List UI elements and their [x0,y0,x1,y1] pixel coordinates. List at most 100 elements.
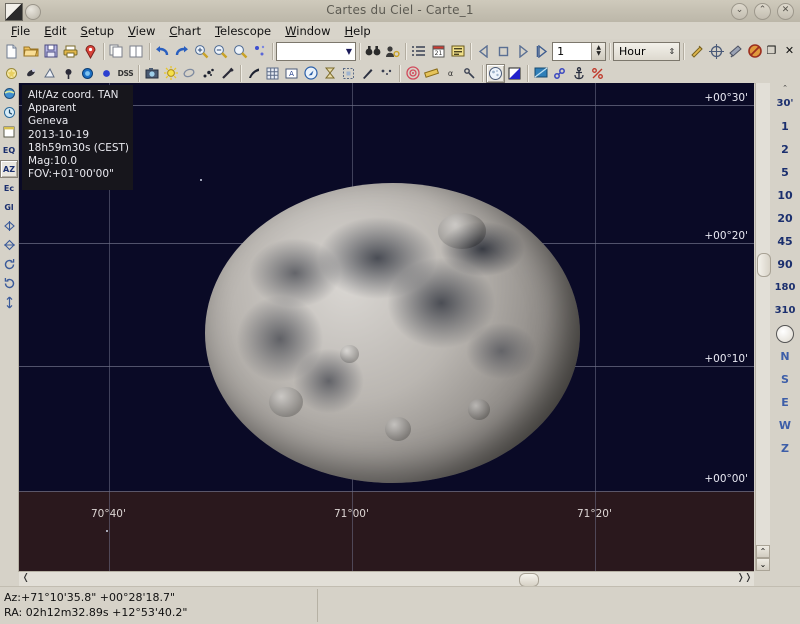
stepper-down-icon[interactable]: ▼ [596,51,601,57]
constellation-line-icon[interactable] [180,64,199,83]
direction-s[interactable]: S [771,368,799,391]
sun-icon[interactable] [161,64,180,83]
coord-equatorial[interactable]: EQ [0,141,18,159]
direction-e[interactable]: E [771,391,799,414]
calendar-note-icon[interactable] [0,122,18,140]
right-sidebar-scroll-up[interactable]: ⌃ [770,83,800,92]
flip-vertical-icon[interactable] [0,236,18,254]
zoom-level-20[interactable]: 20 [771,207,799,230]
alpha-icon[interactable]: α [441,64,460,83]
zoom-reset-icon[interactable] [231,41,248,62]
chain-icon[interactable] [550,64,569,83]
menu-chart[interactable]: Chart [162,23,208,39]
menu-telescope[interactable]: Telescope [208,23,278,39]
star-dot-icon[interactable] [97,64,116,83]
time-step-value[interactable]: 1 [553,45,591,58]
photo-icon[interactable] [142,64,161,83]
zoom-out-icon[interactable] [212,41,229,62]
sparkle-icon[interactable] [377,64,396,83]
screen-icon[interactable] [531,64,550,83]
scroll-left-button[interactable]: ❬ [22,573,30,583]
target-icon[interactable] [403,64,422,83]
rotate-left-icon[interactable] [0,274,18,292]
step-back-icon[interactable] [475,41,492,62]
zoom-level-90[interactable]: 90 [771,253,799,276]
find-person-icon[interactable] [384,41,401,62]
close-button[interactable]: ✕ [777,3,794,20]
zoom-level-2[interactable]: 2 [771,138,799,161]
hourglass-icon[interactable] [320,64,339,83]
window-icon[interactable] [127,41,144,62]
dss-icon[interactable]: DSS [116,64,135,83]
calendar-icon[interactable]: 21 [430,41,447,62]
telescope-icon[interactable] [727,41,744,62]
zoom-level-30min[interactable]: 30' [771,92,799,115]
blue-planet-icon[interactable] [78,64,97,83]
maximize-button[interactable]: ⌃ [754,3,771,20]
anchor-icon[interactable] [569,64,588,83]
minimize-button[interactable]: ⌄ [731,3,748,20]
direction-z[interactable]: Z [771,437,799,460]
marker-icon[interactable] [81,41,98,62]
zoom-level-10[interactable]: 10 [771,184,799,207]
binocular-icon[interactable] [364,41,382,62]
time-step-stepper[interactable]: ▲ ▼ [591,43,605,60]
vertical-scrollbar[interactable]: ⌃ ⌄ [755,83,770,571]
earth-icon[interactable] [0,84,18,102]
horizontal-scrollbar-thumb[interactable] [519,573,539,587]
contrast-icon[interactable] [505,64,524,83]
zoom-level-5[interactable]: 5 [771,161,799,184]
mdi-restore-button[interactable]: ❐ [765,45,778,58]
frame-icon[interactable] [339,64,358,83]
coord-altaz[interactable]: AZ [0,160,18,178]
link-icon[interactable] [460,64,479,83]
menu-view[interactable]: View [121,23,162,39]
planet-icon[interactable] [59,64,78,83]
direction-w[interactable]: W [771,414,799,437]
copy-icon[interactable] [108,41,125,62]
coord-ecliptic[interactable]: Ec [0,179,18,197]
rotate-right-icon[interactable] [0,255,18,273]
redo-icon[interactable] [173,41,190,62]
new-chart-icon[interactable] [3,41,20,62]
object-search-combo[interactable]: ▼ [276,42,356,61]
direction-n[interactable]: N [771,345,799,368]
report-icon[interactable] [449,41,466,62]
zoom-level-310[interactable]: 310 [771,299,799,322]
menu-window[interactable]: Window [278,23,337,39]
save-icon[interactable] [42,41,59,62]
horizon-icon[interactable] [244,64,263,83]
moon-object[interactable] [205,183,580,483]
time-step-spinner[interactable]: 1 ▲ ▼ [552,42,606,61]
compass-icon[interactable] [301,64,320,83]
stop-icon[interactable] [495,41,512,62]
resize-vertical-icon[interactable] [0,293,18,311]
print-icon[interactable] [62,41,79,62]
zoom-in-icon[interactable] [192,41,209,62]
zoom-level-180[interactable]: 180 [771,276,799,299]
horizontal-scrollbar[interactable]: ❬ ❭❭ [19,571,754,587]
vertical-scrollbar-thumb[interactable] [757,253,771,277]
list-icon[interactable] [410,41,427,62]
moon-phase-icon[interactable] [486,64,505,83]
zoom-level-1[interactable]: 1 [771,115,799,138]
undo-icon[interactable] [153,41,170,62]
open-folder-icon[interactable] [22,41,40,62]
crosshair-icon[interactable] [708,41,725,62]
nebula-icon[interactable] [40,64,59,83]
comet-icon[interactable] [21,64,40,83]
telescope-connect-icon[interactable] [688,41,705,62]
clock-icon[interactable] [0,103,18,121]
scroll-right-button[interactable]: ❭❭ [737,573,752,583]
menu-edit[interactable]: Edit [37,23,73,39]
time-unit-combo[interactable]: Hour ⇕ [613,42,680,61]
moon-view-icon[interactable] [771,322,799,345]
play-icon[interactable] [534,41,551,62]
flip-horizontal-icon[interactable] [0,217,18,235]
scroll-up-button[interactable]: ⌃ [756,545,770,558]
deepsky-icon[interactable] [2,64,21,83]
trail-icon[interactable] [358,64,377,83]
wand-icon[interactable] [218,64,237,83]
zoom-level-45[interactable]: 45 [771,230,799,253]
coord-galactic[interactable]: Gl [0,198,18,216]
